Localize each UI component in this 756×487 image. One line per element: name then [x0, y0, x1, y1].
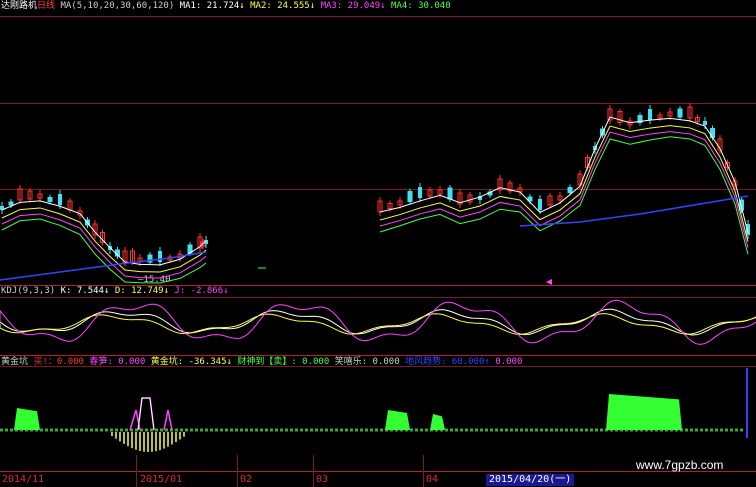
stock-chart-window[interactable]: { "header": { "stock_name": "达刚路机", "per…: [0, 0, 756, 487]
marker-triangle: [546, 279, 552, 285]
chart-canvas[interactable]: [0, 0, 756, 487]
indicator-bar: [385, 410, 410, 430]
indicator-bar: [430, 414, 445, 430]
moving-average-line: [379, 125, 749, 242]
moving-average-line: [379, 136, 749, 255]
candle-body: [677, 108, 683, 118]
candle-body: [447, 187, 453, 200]
candle-body: [8, 201, 14, 206]
moving-average-line: [379, 131, 749, 248]
candle-body: [47, 197, 53, 202]
indicator-spike: [137, 397, 155, 431]
candle-body: [703, 121, 707, 125]
moving-average-line: [0, 251, 207, 281]
candle-body: [418, 187, 422, 198]
indicator-bar: [606, 394, 682, 430]
candle-body: [58, 194, 62, 205]
candle-body: [538, 199, 542, 210]
cursor-line[interactable]: [746, 368, 748, 438]
moving-average-line: [519, 195, 749, 227]
candle-body: [648, 109, 652, 120]
indicator-bar: [14, 408, 40, 430]
candle-body: [158, 251, 162, 262]
kdj-line: [0, 313, 756, 335]
kdj-line: [0, 299, 756, 345]
candle-body: [407, 191, 413, 202]
candle-body: [567, 187, 573, 193]
